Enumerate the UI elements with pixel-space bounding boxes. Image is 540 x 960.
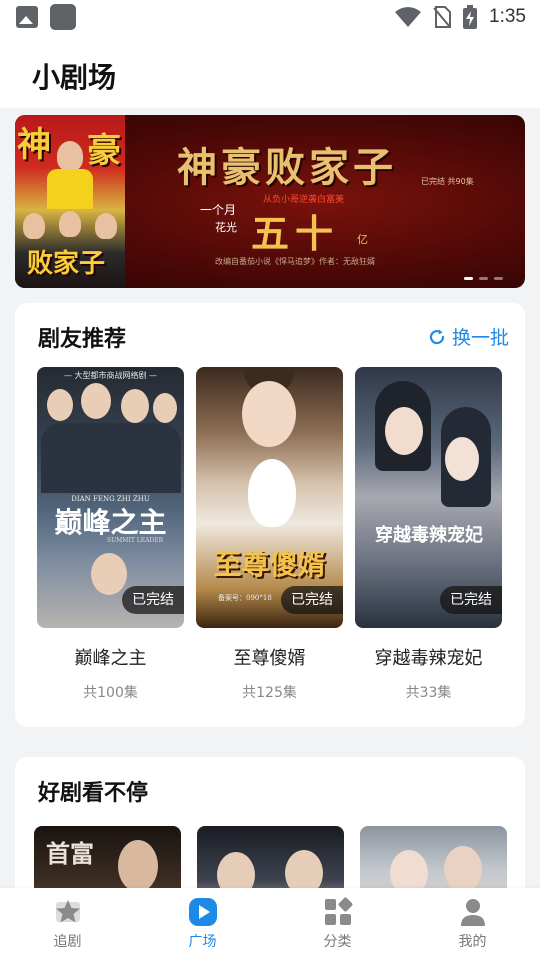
banner-poster-thumbnail: 神 豪 败家子 — [15, 115, 125, 288]
banner-poster-char: 败家子 — [27, 249, 106, 279]
grid-icon — [323, 897, 353, 927]
poster-suits — [41, 423, 181, 493]
nav-label: 广场 — [188, 934, 217, 950]
poster-face — [47, 389, 73, 421]
pagination-dot[interactable] — [464, 277, 473, 280]
banner-poster-char: 豪 — [87, 131, 121, 171]
status-badge: 已完结 — [440, 586, 502, 614]
poster-face — [385, 407, 423, 455]
drama-card[interactable]: 穿越毒辣宠妃 已完结 穿越毒辣宠妃 共33集 — [355, 367, 502, 702]
poster-face — [121, 389, 149, 423]
pagination-dot[interactable] — [494, 277, 503, 280]
poster-tagline: — 大型都市商战网络剧 — — [63, 371, 158, 380]
recommend-section: 剧友推荐 换一批 — 大型都市商战网络剧 — DIAN FENG ZHI ZHU… — [15, 303, 525, 727]
nav-tab-follow[interactable]: 追剧 — [0, 888, 135, 960]
drama-poster[interactable]: 至尊傻婿 备案号：090°18 已完结 — [196, 367, 343, 628]
episode-count: 共33集 — [405, 685, 452, 701]
pagination-dot[interactable] — [479, 277, 488, 280]
header: 小剧场 — [0, 38, 540, 108]
poster-title: 至尊傻婿 — [213, 548, 326, 581]
refresh-icon — [429, 329, 445, 344]
person-icon — [458, 897, 488, 927]
status-bar: 1:35 — [0, 0, 540, 38]
poster-mask — [248, 459, 296, 527]
poster-face — [91, 553, 127, 595]
episode-count: 共125集 — [242, 685, 297, 701]
poster-face — [118, 840, 158, 892]
poster-title: 穿越毒辣宠妃 — [375, 525, 483, 546]
gallery-notification-icon — [16, 6, 38, 28]
banner-actor-shirt — [47, 169, 93, 209]
episode-count: 共100集 — [83, 685, 138, 701]
refresh-button[interactable]: 换一批 — [428, 323, 509, 350]
poster-note: 备案号：090°18 — [218, 594, 272, 602]
poster-face — [444, 846, 482, 892]
poster-title: 巅峰之主 — [54, 506, 167, 539]
poster-title: 首富 — [46, 839, 94, 868]
poster-face — [153, 393, 177, 423]
poster-face — [445, 437, 479, 481]
poster-subtitle: SUMMIT LEADER — [107, 537, 164, 544]
banner-poster-char: 神 — [17, 125, 51, 165]
nav-label: 追剧 — [53, 934, 82, 950]
app-notification-icon — [50, 4, 76, 30]
nav-tab-profile[interactable]: 我的 — [405, 888, 540, 960]
drama-poster[interactable]: 穿越毒辣宠妃 已完结 — [355, 367, 502, 628]
banner-actress-face — [23, 213, 45, 239]
drama-name[interactable]: 穿越毒辣宠妃 — [355, 644, 502, 670]
banner-actress-face — [95, 213, 117, 239]
no-sim-icon — [433, 6, 452, 28]
page-title: 小剧场 — [32, 61, 117, 94]
banner-status: 已完结 共90集 — [421, 177, 474, 186]
drama-name[interactable]: 巅峰之主 — [37, 644, 184, 670]
status-badge: 已完结 — [281, 586, 343, 614]
section-title: 好剧看不停 — [38, 781, 149, 806]
drama-card[interactable]: 至尊傻婿 备案号：090°18 已完结 至尊傻婿 共125集 — [196, 367, 343, 702]
poster-face — [81, 383, 111, 419]
status-time: 1:35 — [489, 6, 526, 27]
wifi-icon — [395, 7, 422, 27]
refresh-label: 换一批 — [451, 327, 509, 349]
promo-banner[interactable]: 神 豪 败家子 神豪败家子 已完结 共90集 从负小哥逆袭白富美 一个月 花光 … — [15, 115, 525, 288]
banner-footer: 改编自番茄小说《悍马追梦》作者：无敌狂婿 — [215, 257, 375, 266]
banner-pagination — [464, 277, 503, 280]
nav-tab-square[interactable]: 广场 — [135, 888, 270, 960]
banner-actor-face — [57, 141, 83, 171]
nav-label: 我的 — [458, 934, 487, 950]
banner-big-number: 五十 — [251, 211, 340, 256]
banner-line-month: 一个月 — [200, 203, 237, 217]
battery-charging-icon — [463, 5, 478, 29]
status-badge: 已完结 — [122, 586, 184, 614]
nav-tab-category[interactable]: 分类 — [270, 888, 405, 960]
poster-face — [242, 381, 296, 447]
section-title: 剧友推荐 — [38, 327, 127, 352]
nav-label: 分类 — [323, 934, 352, 950]
drama-poster[interactable]: — 大型都市商战网络剧 — DIAN FENG ZHI ZHU 巅峰之主 SUM… — [37, 367, 184, 628]
bottom-nav: 追剧 广场 分类 我的 — [0, 888, 540, 960]
banner-actress-face — [59, 211, 81, 237]
banner-unit: 亿 — [357, 233, 368, 246]
banner-title: 神豪败家子 — [177, 144, 397, 191]
banner-line-flower: 花光 — [215, 221, 237, 234]
drama-name[interactable]: 至尊傻婿 — [196, 644, 343, 670]
star-icon — [53, 897, 83, 927]
play-icon — [188, 897, 218, 927]
drama-card[interactable]: — 大型都市商战网络剧 — DIAN FENG ZHI ZHU 巅峰之主 SUM… — [37, 367, 184, 702]
